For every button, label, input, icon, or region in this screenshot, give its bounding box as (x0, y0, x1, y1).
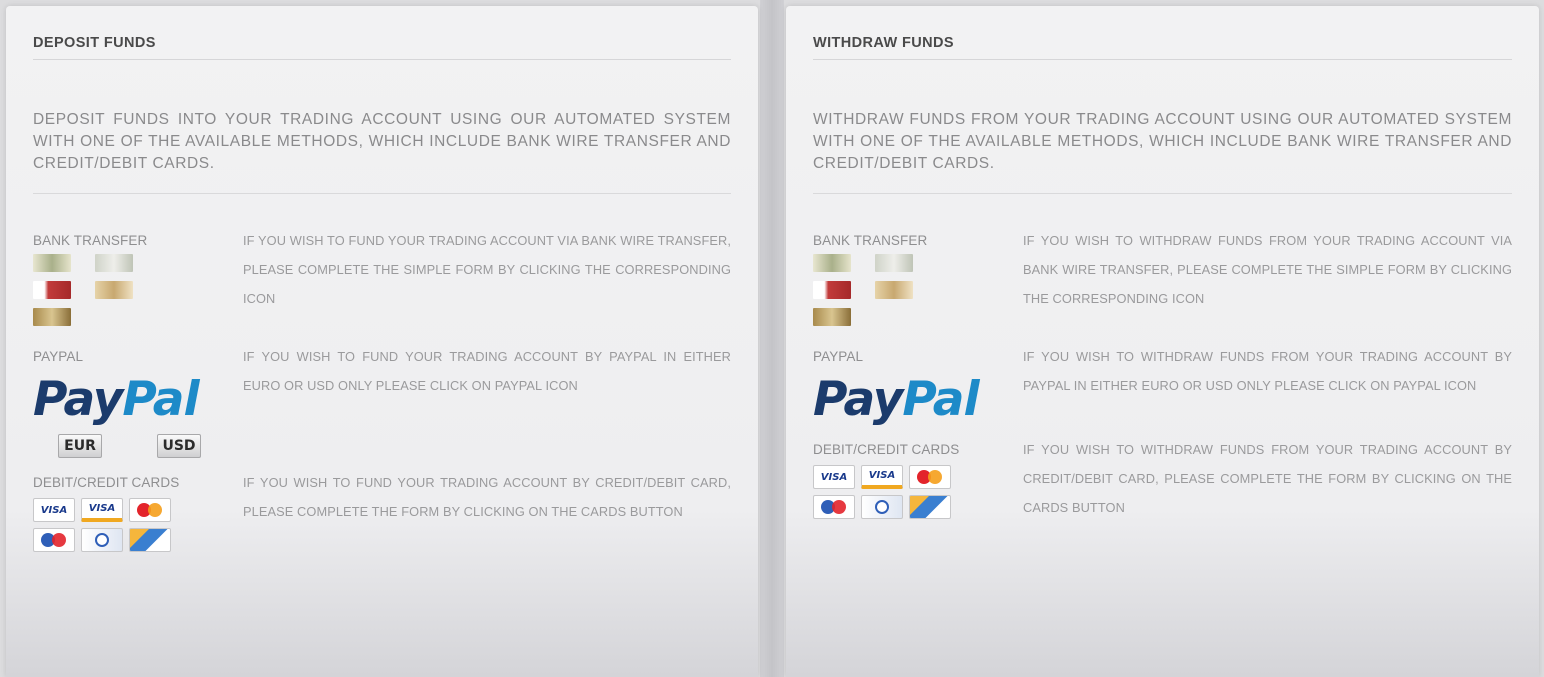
deposit-bank-label: BANK TRANSFER (33, 233, 148, 248)
mastercard-icon[interactable] (909, 465, 951, 489)
deposit-card-icons: VISA VISA (33, 498, 193, 558)
bank-note-icon[interactable] (875, 254, 913, 272)
deposit-paypal-left: PAYPAL PayPal EUR USD (33, 349, 243, 458)
deposit-cards-left: DEBIT/CREDIT CARDS VISA VISA (33, 475, 243, 558)
withdraw-paypal-left: PAYPAL PayPal (813, 349, 1023, 425)
withdraw-paypal-row: PAYPAL PayPal IF YOU WISH TO WITHDRAW FU… (813, 349, 1512, 425)
visa-card-icon[interactable]: VISA (813, 465, 855, 489)
maestro-card-icon[interactable] (813, 495, 855, 519)
deposit-bank-left: BANK TRANSFER (33, 233, 243, 335)
mastercard-icon[interactable] (129, 498, 171, 522)
bank-note-icon[interactable] (33, 254, 71, 272)
deposit-bank-transfer-row: BANK TRANSFER IF YOU WISH TO FUND YOUR T… (33, 233, 731, 335)
eur-button[interactable]: EUR (58, 434, 102, 458)
deposit-cards-row: DEBIT/CREDIT CARDS VISA VISA IF YOU WISH… (33, 475, 731, 558)
currency-buttons: EUR USD (58, 434, 243, 458)
diners-card-icon[interactable] (861, 495, 903, 519)
usd-button[interactable]: USD (157, 434, 201, 458)
visa-electron-card-icon[interactable]: VISA (861, 465, 903, 489)
withdraw-cards-label: DEBIT/CREDIT CARDS (813, 442, 960, 457)
withdraw-paypal-label: PAYPAL (813, 349, 864, 364)
withdraw-intro: WITHDRAW FUNDS FROM YOUR TRADING ACCOUNT… (813, 109, 1512, 194)
jcb-card-icon[interactable] (909, 495, 951, 519)
bank-note-icon[interactable] (875, 281, 913, 299)
withdraw-cards-description: IF YOU WISH TO WITHDRAW FUNDS FROM YOUR … (1023, 442, 1512, 515)
deposit-intro: DEPOSIT FUNDS INTO YOUR TRADING ACCOUNT … (33, 109, 731, 194)
bank-note-icon[interactable] (813, 254, 851, 272)
deposit-panel: DEPOSIT FUNDS DEPOSIT FUNDS INTO YOUR TR… (6, 6, 758, 677)
deposit-title: DEPOSIT FUNDS (33, 35, 731, 60)
withdraw-bank-transfer-row: BANK TRANSFER IF YOU WISH TO WITHDRAW FU… (813, 233, 1512, 335)
withdraw-title: WITHDRAW FUNDS (813, 35, 1512, 60)
deposit-bank-description: IF YOU WISH TO FUND YOUR TRADING ACCOUNT… (243, 233, 731, 306)
deposit-cards-description: IF YOU WISH TO FUND YOUR TRADING ACCOUNT… (243, 475, 731, 519)
withdraw-card-icons: VISA VISA (813, 465, 973, 525)
withdraw-cards-left: DEBIT/CREDIT CARDS VISA VISA (813, 442, 1023, 525)
deposit-cards-label: DEBIT/CREDIT CARDS (33, 475, 180, 490)
deposit-bank-icons (33, 254, 213, 335)
withdraw-bank-label: BANK TRANSFER (813, 233, 928, 248)
bank-note-icon[interactable] (33, 308, 71, 326)
deposit-paypal-row: PAYPAL PayPal EUR USD IF YOU WISH TO FUN… (33, 349, 731, 458)
deposit-paypal-description: IF YOU WISH TO FUND YOUR TRADING ACCOUNT… (243, 349, 731, 393)
bank-note-icon[interactable] (813, 281, 851, 299)
paypal-logo[interactable]: PayPal (813, 375, 1023, 425)
diners-card-icon[interactable] (81, 528, 123, 552)
panel-divider (760, 0, 784, 677)
bank-note-icon[interactable] (95, 281, 133, 299)
withdraw-paypal-description: IF YOU WISH TO WITHDRAW FUNDS FROM YOUR … (1023, 349, 1512, 393)
visa-card-icon[interactable]: VISA (33, 498, 75, 522)
jcb-card-icon[interactable] (129, 528, 171, 552)
withdraw-bank-icons (813, 254, 993, 335)
visa-electron-card-icon[interactable]: VISA (81, 498, 123, 522)
withdraw-cards-row: DEBIT/CREDIT CARDS VISA VISA IF YOU WISH… (813, 442, 1512, 525)
bank-note-icon[interactable] (813, 308, 851, 326)
bank-note-icon[interactable] (33, 281, 71, 299)
paypal-logo[interactable]: PayPal (33, 375, 243, 425)
bank-note-icon[interactable] (95, 254, 133, 272)
withdraw-panel: WITHDRAW FUNDS WITHDRAW FUNDS FROM YOUR … (786, 6, 1539, 677)
withdraw-bank-left: BANK TRANSFER (813, 233, 1023, 335)
withdraw-bank-description: IF YOU WISH TO WITHDRAW FUNDS FROM YOUR … (1023, 233, 1512, 306)
deposit-paypal-label: PAYPAL (33, 349, 84, 364)
maestro-card-icon[interactable] (33, 528, 75, 552)
